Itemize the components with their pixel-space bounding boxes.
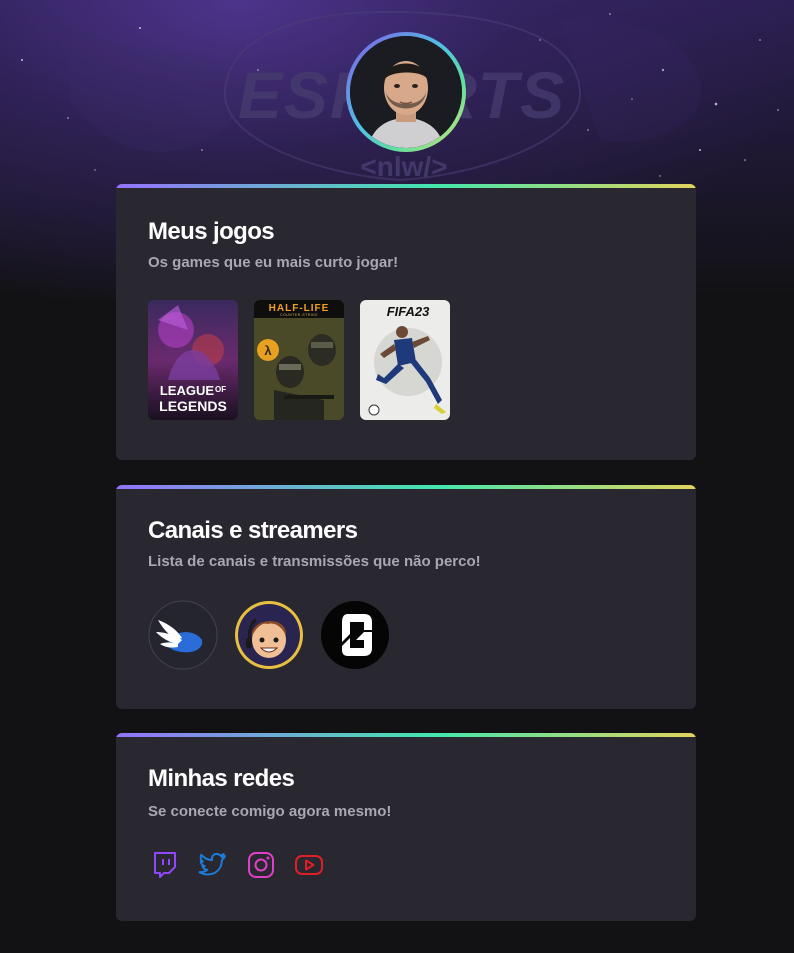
twitch-icon	[154, 852, 176, 878]
hero-nlw-text: <nlw/>	[360, 151, 447, 182]
social-card: Minhas redes Se conecte comigo agora mes…	[116, 733, 696, 921]
instagram-link[interactable]	[246, 850, 276, 880]
channels-card: Canais e streamers Lista de canais e tra…	[116, 485, 696, 709]
youtube-icon	[295, 855, 323, 875]
winged-helmet-icon	[148, 600, 218, 670]
league-of-legends-cover: LEAGUEOF LEGENDS	[148, 300, 238, 420]
twitter-link[interactable]	[198, 850, 228, 880]
channels-title: Canais e streamers	[148, 517, 358, 544]
twitch-link[interactable]	[150, 850, 180, 880]
streamer-avatar-icon	[235, 601, 303, 669]
games-card: Meus jogos Os games que eu mais curto jo…	[116, 184, 696, 460]
svg-text:λ: λ	[264, 343, 272, 358]
svg-text:LEGENDS: LEGENDS	[159, 398, 227, 414]
youtube-link[interactable]	[294, 850, 324, 880]
profile-avatar	[346, 32, 466, 152]
counter-strike-cover: HALF-LIFE COUNTER-STRIKE λ	[254, 300, 344, 420]
channels-subtitle: Lista de canais e transmissões que não p…	[148, 553, 481, 570]
rainbow-six-icon	[321, 601, 389, 669]
social-title: Minhas redes	[148, 765, 295, 792]
avatar-photo	[350, 36, 462, 148]
channel-winged-helmet[interactable]	[148, 600, 218, 670]
channel-streamer[interactable]	[234, 600, 304, 670]
svg-text:COUNTER-STRIKE: COUNTER-STRIKE	[280, 313, 318, 317]
game-counter-strike[interactable]: HALF-LIFE COUNTER-STRIKE λ	[254, 300, 344, 420]
games-title: Meus jogos	[148, 218, 275, 245]
svg-text:FIFA23: FIFA23	[387, 304, 430, 319]
twitter-icon	[198, 852, 226, 876]
social-subtitle: Se conecte comigo agora mesmo!	[148, 803, 392, 820]
instagram-icon	[248, 852, 274, 878]
game-fifa-23[interactable]: FIFA23	[360, 300, 450, 420]
fifa-23-cover: FIFA23	[360, 300, 450, 420]
game-league-of-legends[interactable]: LEAGUEOF LEGENDS	[148, 300, 238, 420]
games-subtitle: Os games que eu mais curto jogar!	[148, 254, 399, 271]
channel-rainbow-six[interactable]	[320, 600, 390, 670]
